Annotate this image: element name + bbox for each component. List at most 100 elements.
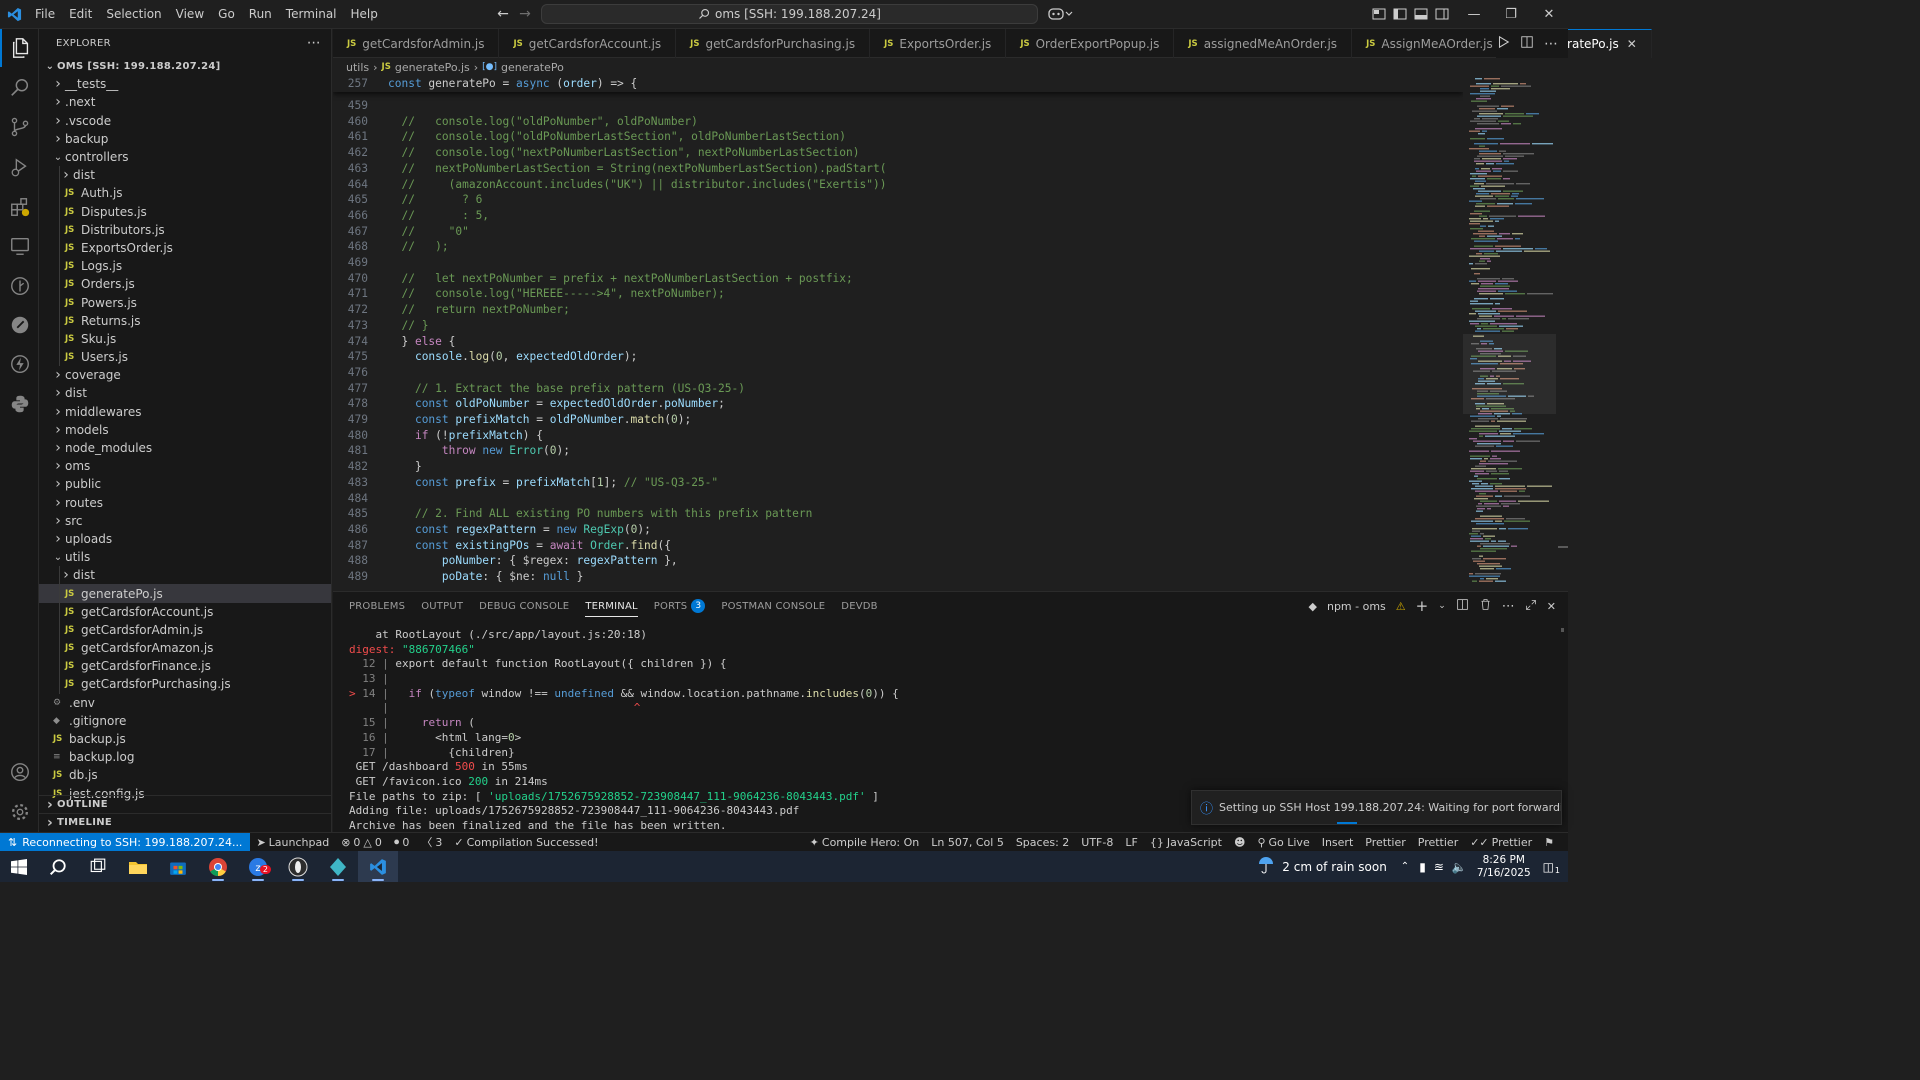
file-returns-js[interactable]: JS Returns.js [39,312,331,330]
new-terminal-icon[interactable]: + [1416,597,1429,615]
thunder-client-icon[interactable] [0,345,39,383]
menu-edit[interactable]: Edit [62,3,99,25]
trash-icon[interactable] [1479,598,1492,614]
more-actions-icon[interactable]: ⋯ [307,35,321,51]
file-getcardsforpurchasing-js[interactable]: JS getCardsforPurchasing.js [39,675,331,693]
file-logs-js[interactable]: JS Logs.js [39,257,331,275]
prettier-item-1[interactable]: Prettier [1359,836,1411,849]
folder--tests-[interactable]: › __tests__ [39,75,331,93]
folder-controllers[interactable]: ⌄ controllers [39,148,331,166]
editor-more-icon[interactable]: ⋯ [1544,36,1558,52]
command-center[interactable]: oms [SSH: 199.188.207.24] [541,4,1038,24]
editor-scrollbar[interactable] [1556,76,1568,588]
copilot-status-item[interactable]: ☻ [1228,836,1251,849]
go-live-item[interactable]: ⚲ Go Live [1251,836,1315,849]
file-users-js[interactable]: JS Users.js [39,348,331,366]
file-disputes-js[interactable]: JS Disputes.js [39,203,331,221]
workers-item[interactable]: 〈 3 [415,834,448,850]
folder-src[interactable]: › src [39,512,331,530]
prettier-item-3[interactable]: ✓✓ Prettier [1464,836,1538,849]
folder-node-modules[interactable]: › node_modules [39,439,331,457]
run-debug-icon[interactable] [0,148,39,186]
close-window-icon[interactable]: ✕ [1531,0,1567,29]
account-icon[interactable] [0,753,39,791]
cursor-position-item[interactable]: Ln 507, Col 5 [925,836,1010,849]
folder-utils[interactable]: ⌄ utils [39,548,331,566]
panel-tab-debug-console[interactable]: DEBUG CONSOLE [471,592,577,620]
windows-start-icon[interactable] [0,851,38,882]
menu-run[interactable]: Run [242,3,279,25]
tab-exportsorder[interactable]: JS ExportsOrder.js [870,29,1006,58]
indentation-item[interactable]: Spaces: 2 [1010,836,1075,849]
file-db-js[interactable]: JS db.js [39,766,331,784]
folder-coverage[interactable]: › coverage [39,366,331,384]
toggle-secondary-sidebar-icon[interactable] [1434,6,1450,22]
menu-file[interactable]: File [28,3,62,25]
weather-text[interactable]: 2 cm of rain soon [1282,860,1387,874]
customize-layout-icon[interactable] [1371,6,1387,22]
manage-gear-icon[interactable] [0,793,39,831]
folder-dist[interactable]: › dist [39,166,331,184]
compile-status-item[interactable]: ✓ Compilation Successed! [448,836,604,849]
file-backup-js[interactable]: JS backup.js [39,730,331,748]
breadcrumb-file[interactable]: generatePo.js [395,61,470,74]
file-orders-js[interactable]: JS Orders.js [39,275,331,293]
app-blue-icon[interactable] [318,851,358,882]
file-backup-log[interactable]: ≡ backup.log [39,748,331,766]
menu-help[interactable]: Help [344,3,385,25]
source-control-icon[interactable] [0,108,39,146]
file--gitignore[interactable]: ◆ .gitignore [39,712,331,730]
menu-view[interactable]: View [169,3,211,25]
breadcrumb-symbol[interactable]: generatePo [501,61,564,74]
encoding-item[interactable]: UTF-8 [1075,836,1119,849]
close-tab-icon[interactable]: ✕ [1627,37,1637,51]
insert-mode-item[interactable]: Insert [1316,836,1360,849]
panel-tab-terminal[interactable]: TERMINAL [577,592,645,620]
sticky-scroll-line[interactable]: 257 const generatePo = async (order) => { [333,76,1463,92]
clock[interactable]: 8:26 PM 7/16/2025 [1477,854,1531,880]
menu-go[interactable]: Go [211,3,242,25]
file-getcardsforamazon-js[interactable]: JS getCardsforAmazon.js [39,639,331,657]
folder-dist[interactable]: › dist [39,384,331,402]
problems-item[interactable]: ⊗ 0 △ 0 [335,836,388,849]
folder-models[interactable]: › models [39,421,331,439]
battery-icon[interactable]: ▮ [1419,860,1426,874]
folder-routes[interactable]: › routes [39,494,331,512]
minimap[interactable] [1463,76,1556,588]
panel-tab-ports[interactable]: PORTS 3 [646,592,714,620]
file-sku-js[interactable]: JS Sku.js [39,330,331,348]
forward-arrow-icon[interactable]: → [515,5,535,25]
folder-middlewares[interactable]: › middlewares [39,403,331,421]
explorer-root-folder[interactable]: ⌄ OMS [SSH: 199.188.207.24] [39,57,331,75]
file-explorer-taskbar-icon[interactable] [118,851,158,882]
folder-dist[interactable]: › dist [39,566,331,584]
folder--vscode[interactable]: › .vscode [39,112,331,130]
split-editor-icon[interactable] [1520,35,1534,52]
panel-tab-postman-console[interactable]: POSTMAN CONSOLE [713,592,833,620]
maximize-panel-icon[interactable] [1525,599,1537,614]
run-file-icon[interactable] [1496,35,1510,52]
restore-icon[interactable]: ❐ [1493,0,1529,29]
task-view-icon[interactable] [78,851,118,882]
panel-more-icon[interactable]: ⋯ [1502,599,1515,614]
section-outline[interactable]: › OUTLINE [39,795,332,813]
file-distributors-js[interactable]: JS Distributors.js [39,221,331,239]
launchpad-item[interactable]: ➤ Launchpad [250,836,335,849]
app-dark-icon[interactable] [278,851,318,882]
tab-orderexportpopup[interactable]: JS OrderExportPopup.js [1006,29,1174,58]
file--env[interactable]: ⚙ .env [39,694,331,712]
panel-tab-output[interactable]: OUTPUT [413,592,471,620]
prettier-item-2[interactable]: Prettier [1412,836,1464,849]
rain-weather-icon[interactable] [1256,856,1276,877]
file-generatepo-js[interactable]: JS generatePo.js [39,584,331,602]
toggle-panel-icon[interactable] [1413,6,1429,22]
extensions-icon[interactable] [0,188,39,226]
file-powers-js[interactable]: JS Powers.js [39,293,331,311]
folder-backup[interactable]: › backup [39,130,331,148]
copilot-icon[interactable] [1048,6,1074,22]
file-getcardsforaccount-js[interactable]: JS getCardsforAccount.js [39,603,331,621]
remote-indicator[interactable]: ⇅ Reconnecting to SSH: 199.188.207.24... [0,833,250,852]
terminal-name[interactable]: npm - oms [1327,600,1386,613]
folder-public[interactable]: › public [39,475,331,493]
tab-assignmeaorder[interactable]: JS AssignMeAOrder.js [1352,29,1508,58]
